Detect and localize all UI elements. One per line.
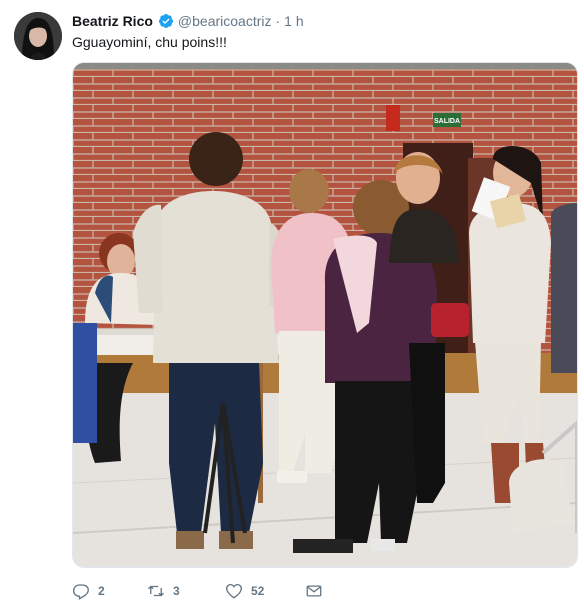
tweet-text: Gguayominí, chu poins!!! bbox=[72, 34, 227, 50]
like-count: 52 bbox=[251, 584, 265, 598]
retweet-icon bbox=[148, 585, 164, 597]
tweet-header: Beatriz Rico @bearicoactriz · 1 h bbox=[72, 11, 304, 31]
like-button[interactable]: 52 bbox=[225, 582, 295, 600]
heart-icon bbox=[226, 583, 242, 599]
reply-count: 2 bbox=[98, 584, 105, 598]
reply-icon bbox=[72, 584, 89, 600]
exit-sign-text: SALIDA bbox=[434, 118, 460, 125]
tweet-actions: 2 3 52 bbox=[72, 580, 353, 602]
profile-avatar-image bbox=[14, 12, 62, 60]
tweet-photo[interactable]: SALIDA bbox=[72, 62, 578, 568]
author-handle[interactable]: @bearicoactriz bbox=[178, 13, 272, 29]
header-separator: · bbox=[275, 13, 281, 29]
extinguisher-sign bbox=[386, 105, 400, 131]
tweet-timestamp[interactable]: 1 h bbox=[284, 13, 303, 29]
retweet-button[interactable]: 3 bbox=[147, 582, 215, 600]
retweet-count: 3 bbox=[173, 584, 180, 598]
direct-message-button[interactable] bbox=[305, 582, 331, 600]
reply-button[interactable]: 2 bbox=[72, 582, 137, 600]
author-avatar[interactable] bbox=[14, 12, 62, 60]
envelope-icon bbox=[306, 585, 322, 597]
author-name[interactable]: Beatriz Rico bbox=[72, 13, 153, 29]
tweet: Beatriz Rico @bearicoactriz · 1 h Gguayo… bbox=[0, 0, 584, 610]
photo-scene: SALIDA bbox=[73, 63, 577, 567]
verified-badge-icon bbox=[158, 13, 174, 29]
